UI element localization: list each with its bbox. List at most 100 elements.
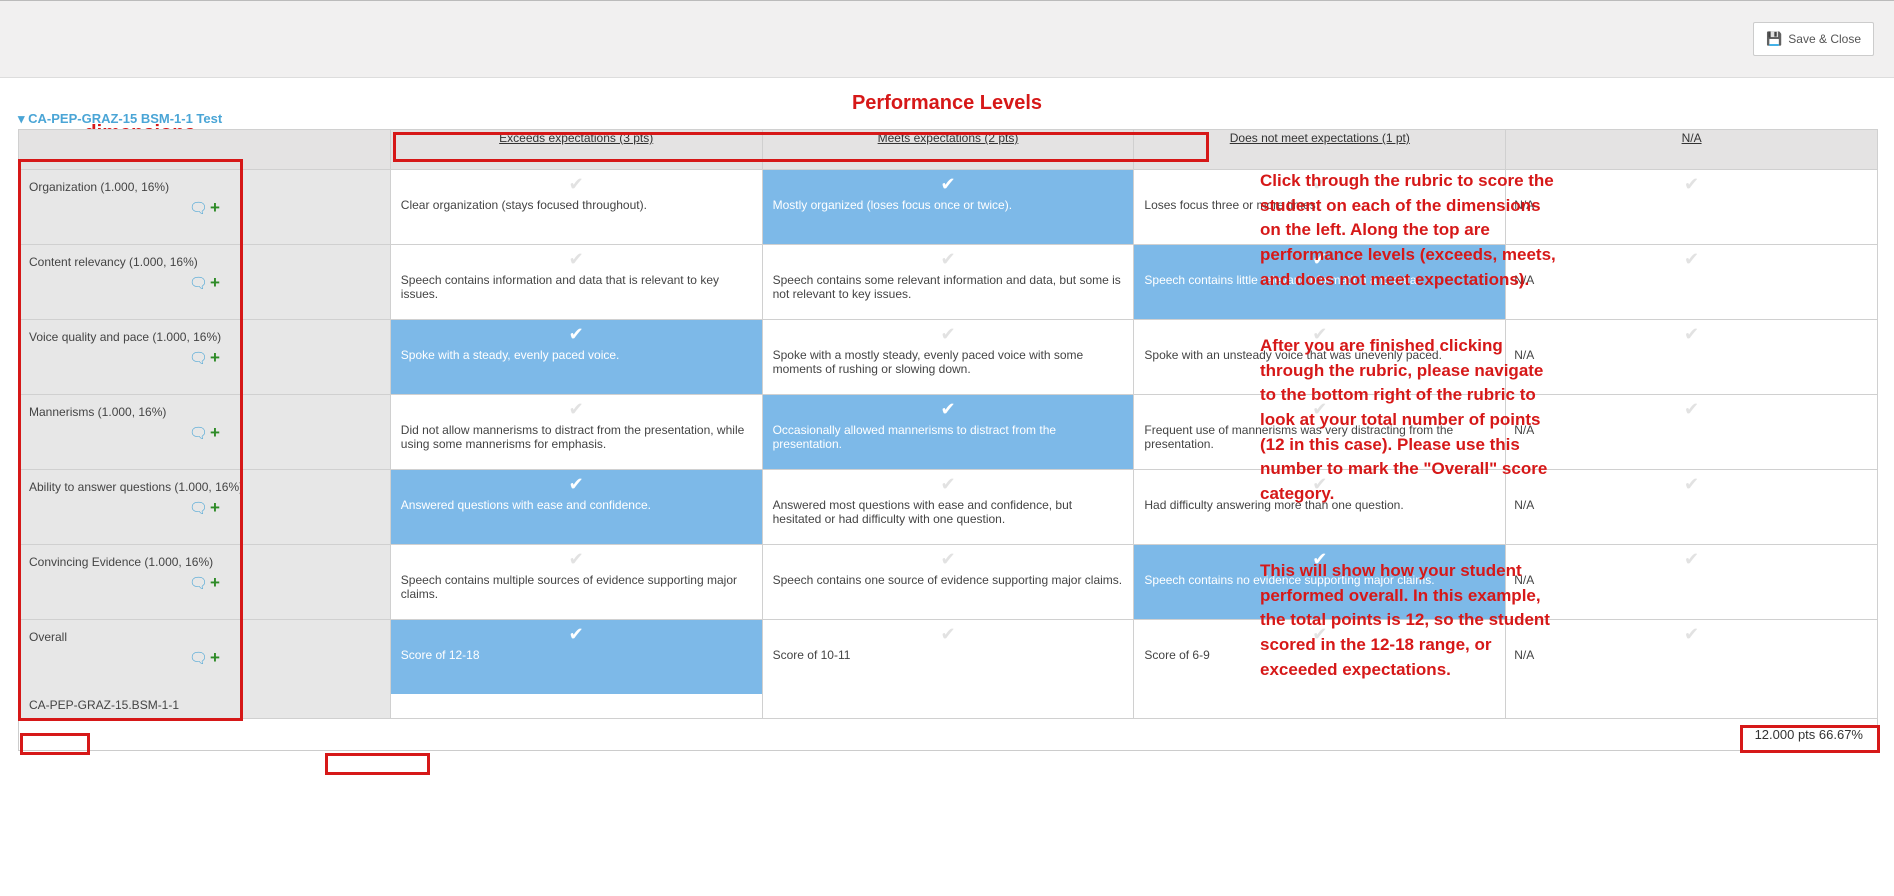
rubric-cell[interactable]: ✔ Occasionally allowed mannerisms to dist… bbox=[762, 395, 1134, 470]
rubric-cell[interactable]: ✔ Speech contains information and data th… bbox=[390, 245, 762, 320]
save-close-label: Save & Close bbox=[1788, 32, 1861, 46]
rubric-cell-text: Speech contains information and data tha… bbox=[401, 273, 752, 301]
save-and-close-button[interactable]: 💾 Save & Close bbox=[1753, 22, 1874, 56]
rubric-cell[interactable]: ✔ Answered questions with ease and confid… bbox=[390, 470, 762, 545]
check-icon: ✔ bbox=[1684, 474, 1699, 495]
rubric-cell-na[interactable]: ✔ N/A bbox=[1506, 620, 1878, 719]
comment-icon[interactable]: 🗨 bbox=[189, 500, 208, 517]
dimension-cell: Content relevancy (1.000, 16%) 🗨+ bbox=[19, 245, 391, 320]
add-icon[interactable]: + bbox=[210, 423, 220, 442]
rubric-cell-na[interactable]: ✔N/A bbox=[1506, 545, 1878, 620]
check-icon: ✔ bbox=[1684, 624, 1699, 645]
check-icon: ✔ bbox=[569, 624, 584, 645]
rubric-cell[interactable]: ✔ Clear organization (stays focused throu… bbox=[390, 170, 762, 245]
rubric-table: Exceeds expectations (3 pts) Meets expec… bbox=[18, 129, 1878, 719]
comment-icon[interactable]: 🗨 bbox=[189, 275, 208, 292]
add-icon[interactable]: + bbox=[210, 198, 220, 217]
dimension-label: Convincing Evidence (1.000, 16%) bbox=[29, 555, 380, 569]
check-icon: ✔ bbox=[569, 174, 584, 195]
add-icon[interactable]: + bbox=[210, 648, 220, 667]
table-row: Convincing Evidence (1.000, 16%)🗨+✔Speec… bbox=[19, 545, 1878, 620]
rubric-cell-na[interactable]: ✔ N/A bbox=[1506, 470, 1878, 545]
add-icon[interactable]: + bbox=[210, 273, 220, 292]
rubric-cell-text: Speech contains some relevant informatio… bbox=[773, 273, 1124, 301]
dimension-cell: Ability to answer questions (1.000, 16%)… bbox=[19, 470, 391, 545]
rubric-cell[interactable]: ✔Speech contains some relevant informati… bbox=[762, 245, 1134, 320]
dimension-cell: Mannerisms (1.000, 16%) 🗨+ bbox=[19, 395, 391, 470]
table-row: Organization (1.000, 16%) 🗨+ ✔ Clear organi… bbox=[19, 170, 1878, 245]
rubric-cell-text: Occasionally allowed mannerisms to distr… bbox=[773, 423, 1124, 451]
rubric-cell[interactable]: ✔Spoke with a mostly steady, evenly pace… bbox=[762, 320, 1134, 395]
check-icon: ✔ bbox=[940, 474, 955, 495]
comment-icon[interactable]: 🗨 bbox=[189, 425, 208, 442]
na-text: N/A bbox=[1514, 498, 1869, 512]
add-icon[interactable]: + bbox=[210, 498, 220, 517]
rubric-cell-na[interactable]: ✔ N/A bbox=[1506, 170, 1878, 245]
table-row: Mannerisms (1.000, 16%) 🗨+ ✔Did not allow … bbox=[19, 395, 1878, 470]
dimension-cell: Voice quality and pace (1.000, 16%) 🗨+ bbox=[19, 320, 391, 395]
dimension-cell: Organization (1.000, 16%) 🗨+ bbox=[19, 170, 391, 245]
na-text: N/A bbox=[1514, 423, 1869, 437]
check-icon: ✔ bbox=[1684, 249, 1699, 270]
dimension-label: Overall bbox=[29, 630, 380, 644]
rubric-cell-text: Clear organization (stays focused throug… bbox=[401, 198, 752, 212]
rubric-cell[interactable]: ✔ Mostly organized (loses focus once or t… bbox=[762, 170, 1134, 245]
rubric-cell-text: Speech contains multiple sources of evid… bbox=[401, 573, 752, 601]
rubric-cell[interactable]: ✔ Score of 12-18 bbox=[390, 620, 762, 719]
comment-icon[interactable]: 🗨 bbox=[189, 200, 208, 217]
check-icon: ✔ bbox=[940, 174, 955, 195]
dimension-cell: Overall 🗨+ CA-PEP-GRAZ-15.BSM-1-1 bbox=[19, 620, 391, 719]
save-icon: 💾 bbox=[1766, 31, 1782, 47]
comment-icon[interactable]: 🗨 bbox=[189, 575, 208, 592]
dimension-label: Ability to answer questions (1.000, 16%) bbox=[29, 480, 380, 494]
dimension-sublabel: CA-PEP-GRAZ-15.BSM-1-1 bbox=[29, 698, 380, 712]
rubric-cell[interactable]: ✔ Spoke with a steady, evenly paced voice… bbox=[390, 320, 762, 395]
rubric-cell-text: Speech contains one source of evidence s… bbox=[773, 573, 1124, 587]
comment-icon[interactable]: 🗨 bbox=[189, 650, 208, 667]
check-icon: ✔ bbox=[569, 324, 584, 345]
rubric-cell-na[interactable]: ✔N/A bbox=[1506, 320, 1878, 395]
level-header-na[interactable]: N/A bbox=[1506, 130, 1878, 170]
na-text: N/A bbox=[1514, 648, 1869, 662]
check-icon: ✔ bbox=[940, 549, 955, 570]
check-icon: ✔ bbox=[569, 474, 584, 495]
dimension-label: Content relevancy (1.000, 16%) bbox=[29, 255, 380, 269]
rubric-cell-na[interactable]: ✔ N/A bbox=[1506, 245, 1878, 320]
rubric-cell-text: Spoke with a steady, evenly paced voice. bbox=[401, 348, 752, 362]
table-row: Overall🗨+CA-PEP-GRAZ-15.BSM-1-1✔Score of… bbox=[19, 620, 1878, 719]
dimension-label: Mannerisms (1.000, 16%) bbox=[29, 405, 380, 419]
add-icon[interactable]: + bbox=[210, 348, 220, 367]
rubric-cell[interactable]: ✔ Answered most questions with ease and c… bbox=[762, 470, 1134, 545]
rubric-cell[interactable]: ✔Did not allow mannerisms to distract fr… bbox=[390, 395, 762, 470]
rubric-cell[interactable]: ✔Speech contains multiple sources of evi… bbox=[390, 545, 762, 620]
check-icon: ✔ bbox=[569, 249, 584, 270]
dimension-cell: Convincing Evidence (1.000, 16%) 🗨+ bbox=[19, 545, 391, 620]
rubric-cell-na[interactable]: ✔ N/A bbox=[1506, 395, 1878, 470]
check-icon: ✔ bbox=[1684, 174, 1699, 195]
level-header-exceeds[interactable]: Exceeds expectations (3 pts) bbox=[390, 130, 762, 170]
na-text: N/A bbox=[1514, 348, 1869, 362]
level-header-doesnot[interactable]: Does not meet expectations (1 pt) bbox=[1134, 130, 1506, 170]
rubric-cell-text: Answered most questions with ease and co… bbox=[773, 498, 1124, 526]
rubric-cell-text: Spoke with a mostly steady, evenly paced… bbox=[773, 348, 1124, 376]
annotation-text-3: This will show how your student performe… bbox=[1260, 559, 1560, 682]
check-icon: ✔ bbox=[940, 399, 955, 420]
rubric-cell-text: Answered questions with ease and confide… bbox=[401, 498, 752, 512]
table-row: Content relevancy (1.000, 16%)🗨+✔Speech … bbox=[19, 245, 1878, 320]
dimension-label: Organization (1.000, 16%) bbox=[29, 180, 380, 194]
rubric-cell-text: Mostly organized (loses focus once or tw… bbox=[773, 198, 1124, 212]
annotation-text-1: Click through the rubric to score the st… bbox=[1260, 169, 1560, 292]
rubric-cell[interactable]: ✔ Speech contains one source of evidence … bbox=[762, 545, 1134, 620]
na-text: N/A bbox=[1514, 198, 1869, 212]
check-icon: ✔ bbox=[1684, 549, 1699, 570]
check-icon: ✔ bbox=[569, 399, 584, 420]
level-header-meets[interactable]: Meets expectations (2 pts) bbox=[762, 130, 1134, 170]
add-icon[interactable]: + bbox=[210, 573, 220, 592]
na-text: N/A bbox=[1514, 273, 1869, 287]
rubric-cell[interactable]: ✔Score of 10-11 bbox=[762, 620, 1134, 719]
rubric-cell-text: Score of 12-18 bbox=[401, 648, 752, 662]
check-icon: ✔ bbox=[1684, 399, 1699, 420]
comment-icon[interactable]: 🗨 bbox=[189, 350, 208, 367]
check-icon: ✔ bbox=[940, 624, 955, 645]
dimension-label: Voice quality and pace (1.000, 16%) bbox=[29, 330, 380, 344]
